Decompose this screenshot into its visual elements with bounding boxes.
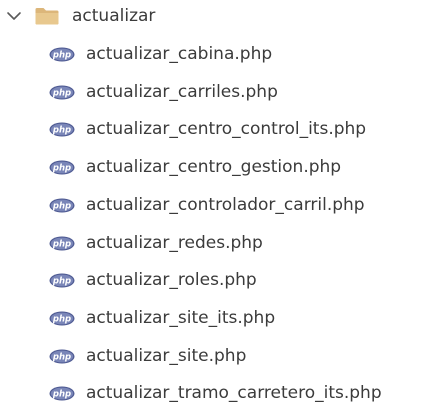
file-item[interactable]: php actualizar_tramo_carretero_its.php (0, 375, 429, 412)
file-name: actualizar_cabina.php (86, 44, 273, 64)
php-icon-text: php (52, 352, 71, 362)
folder-icon (34, 6, 60, 26)
php-icon-text: php (52, 277, 71, 287)
file-explorer-tree: actualizar php actualizar_cabina.php php ac… (0, 0, 429, 411)
chevron-down-icon[interactable] (6, 8, 22, 24)
file-name: actualizar_redes.php (86, 232, 263, 253)
php-file-icon: php (49, 273, 75, 288)
php-icon-text: php (52, 51, 71, 61)
php-file-icon: php (49, 160, 75, 175)
folder-actualizar[interactable]: actualizar (0, 0, 429, 32)
file-item[interactable]: php actualizar_redes.php (0, 225, 429, 262)
php-file-icon: php (49, 386, 75, 401)
file-item[interactable]: php actualizar_centro_control_its.php (0, 111, 429, 148)
php-icon-text: php (52, 126, 71, 136)
file-name: actualizar_controlador_carril.php (86, 194, 365, 215)
file-item[interactable]: php actualizar_site.php (0, 338, 429, 375)
file-name: actualizar_site.php (86, 345, 247, 366)
php-icon-text: php (52, 314, 71, 324)
file-item[interactable]: php actualizar_controlador_carril.php (0, 187, 429, 224)
file-item[interactable]: php actualizar_roles.php (0, 262, 429, 299)
php-file-icon: php (49, 85, 75, 100)
file-item[interactable]: php actualizar_carriles.php (0, 74, 429, 111)
file-name: actualizar_centro_gestion.php (86, 157, 342, 178)
file-name: actualizar_carriles.php (86, 81, 278, 102)
file-item[interactable]: php actualizar_cabina.php (0, 36, 429, 73)
file-name: actualizar_roles.php (86, 270, 257, 291)
php-icon-text: php (52, 88, 71, 98)
file-item[interactable]: php actualizar_site_its.php (0, 300, 429, 337)
php-file-icon: php (49, 122, 75, 137)
php-file-icon: php (49, 349, 75, 364)
file-name: actualizar_tramo_carretero_its.php (86, 383, 382, 404)
php-file-icon: php (49, 198, 75, 213)
php-icon-text: php (52, 201, 71, 211)
php-icon-text: php (52, 239, 71, 249)
php-icon-text: php (52, 390, 71, 400)
php-file-icon: php (49, 236, 75, 251)
php-icon-text: php (52, 164, 71, 174)
file-name: actualizar_centro_control_its.php (86, 119, 367, 140)
folder-name: actualizar (72, 6, 156, 26)
file-name: actualizar_site_its.php (86, 307, 276, 328)
php-file-icon: php (49, 311, 75, 326)
php-file-icon: php (49, 47, 75, 62)
file-item[interactable]: php actualizar_centro_gestion.php (0, 149, 429, 186)
